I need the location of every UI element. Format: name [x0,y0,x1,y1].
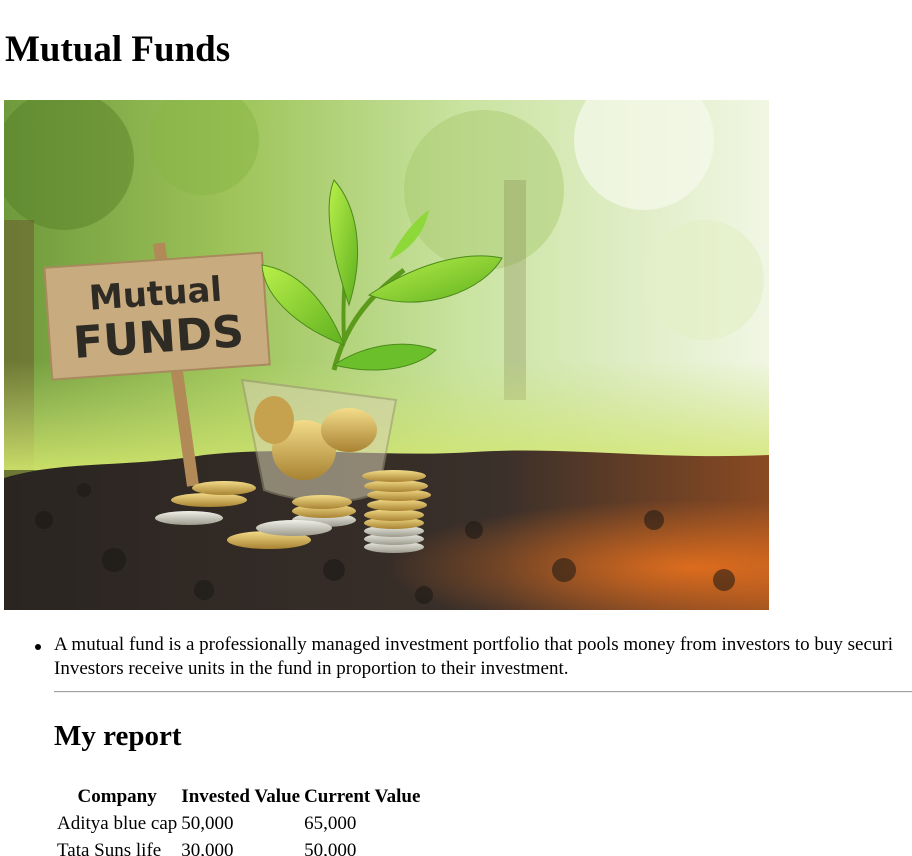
table-header-row: Company Invested Value Current Value [56,784,421,809]
page: Mutual Funds Mutual FUNDS A mutual fund … [0,0,912,856]
cell-company: Aditya blue cap [57,813,178,834]
cell-invested-value: 50,000 [181,813,234,834]
column-header-current-value: Current Value [304,786,421,807]
table-row: Tata Suns life 30,000 50,000 [56,838,421,856]
horizontal-divider [54,691,912,693]
list-item: A mutual fund is a professionally manage… [0,633,912,681]
report-table: Company Invested Value Current Value Adi… [54,782,423,856]
cell-current-value: 65,000 [304,813,357,834]
bullet-icon [35,644,41,650]
cell-company: Tata Suns life [57,840,162,856]
description-text: A mutual fund is a professionally manage… [54,633,912,681]
column-header-invested-value: Invested Value [181,786,301,807]
table-row: Aditya blue cap 50,000 65,000 [56,811,421,836]
cell-invested-value: 30,000 [181,840,234,856]
description-line-1: A mutual fund is a professionally manage… [54,634,894,655]
description-line-2: Investors receive units in the fund in p… [54,658,569,679]
page-title: Mutual Funds [5,29,231,70]
column-header-company: Company [77,786,157,807]
report-heading: My report [54,720,182,752]
description-list: A mutual fund is a professionally manage… [0,633,912,681]
cell-current-value: 50,000 [304,840,357,856]
hero-image: Mutual FUNDS [4,100,769,610]
